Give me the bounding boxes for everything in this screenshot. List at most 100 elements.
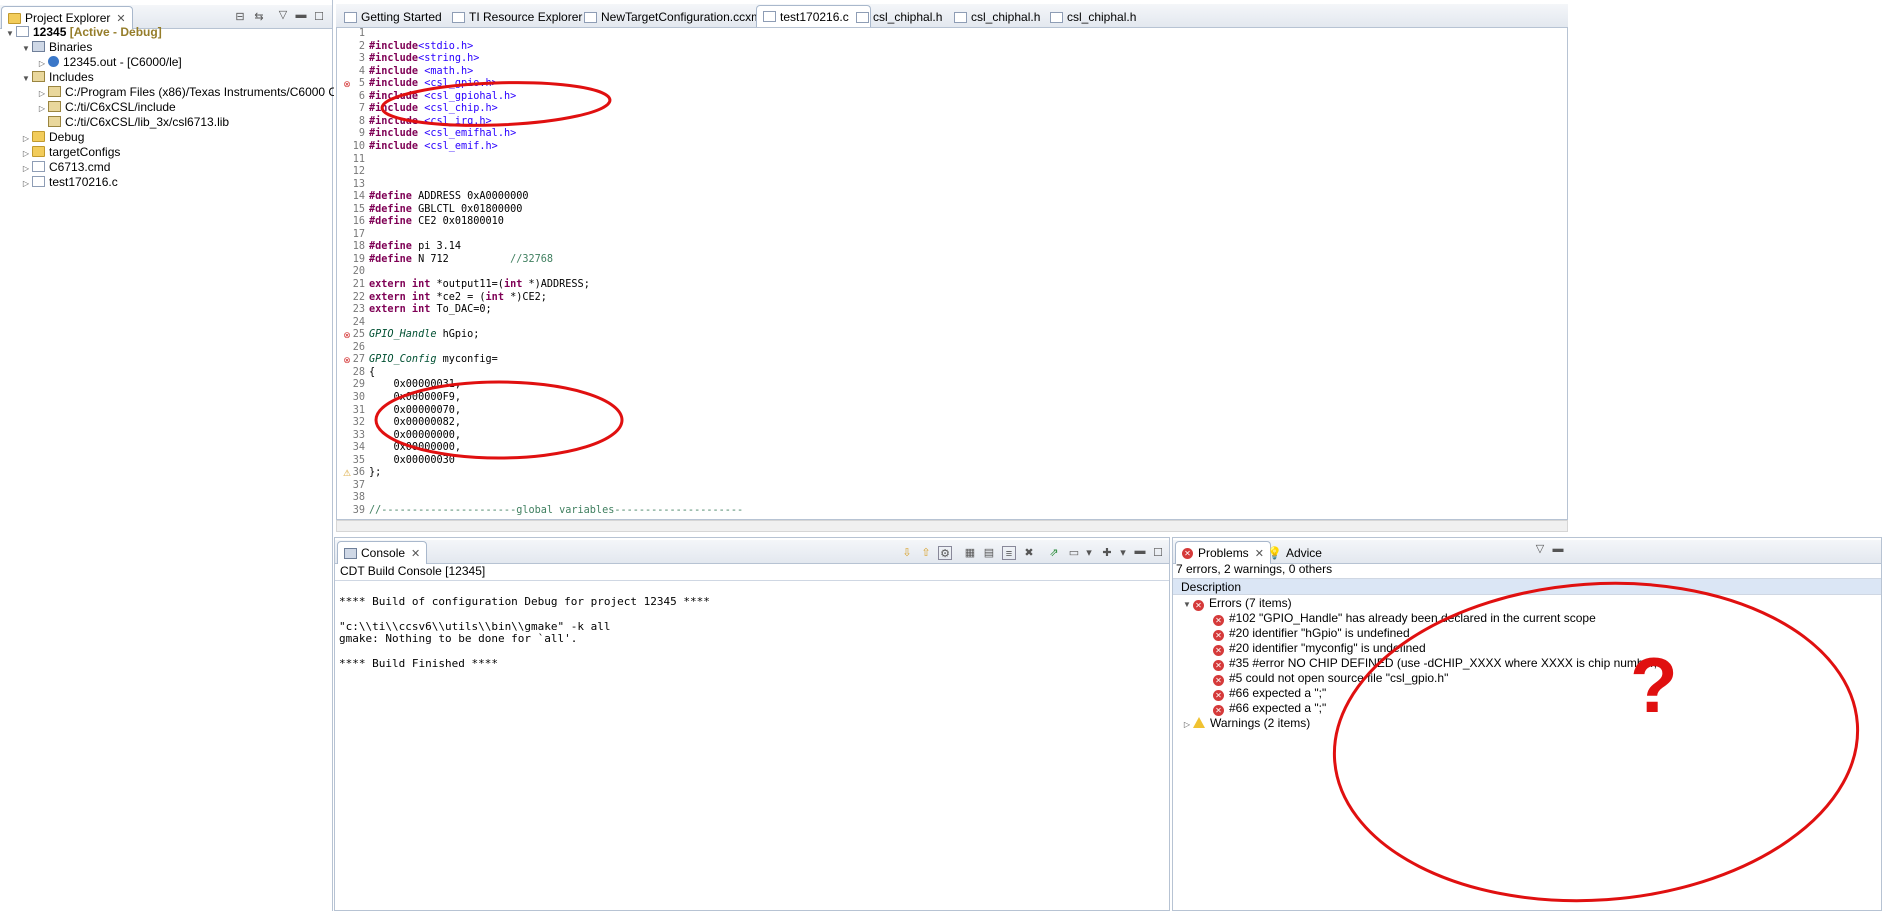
twisty-icon[interactable]: ▼ xyxy=(20,71,32,86)
editor-tab[interactable]: csl_chiphal.h xyxy=(850,6,948,28)
new-console-icon[interactable]: ✚ xyxy=(1100,546,1114,560)
error-marker-icon[interactable]: ⊗ xyxy=(342,79,352,89)
code-line[interactable]: 31 0x00000070, xyxy=(337,405,461,418)
maximize-icon[interactable]: ☐ xyxy=(312,10,326,24)
view-menu-icon[interactable]: ▽ xyxy=(276,8,290,22)
code-line[interactable]: 39 //----------------------global variabl… xyxy=(337,505,743,518)
problem-item[interactable]: ✕ #35 #error NO CHIP DEFINED (use -dCHIP_… xyxy=(1213,656,1657,671)
code-line[interactable]: 25 GPIO_Handle hGpio; xyxy=(337,329,480,342)
tab-advice[interactable]: 💡 Advice xyxy=(1261,541,1328,564)
close-icon[interactable]: ✕ xyxy=(116,12,125,25)
problem-item[interactable]: ✕ #66 expected a ";" xyxy=(1213,686,1326,701)
scroll-lock-down-icon[interactable]: ⇩ xyxy=(900,546,914,560)
code-line[interactable]: 20 xyxy=(337,266,369,279)
problem-item[interactable]: ✕ #102 "GPIO_Handle" has already been dec… xyxy=(1213,611,1596,626)
code-line[interactable]: 19 #define N 712 //32768 xyxy=(337,254,553,267)
code-line[interactable]: 18 #define pi 3.14 xyxy=(337,241,461,254)
tree-item[interactable]: ▼ 12345 [Active - Debug] xyxy=(4,25,162,40)
close-icon[interactable]: ✕ xyxy=(411,547,420,560)
console-output[interactable]: **** Build of configuration Debug for pr… xyxy=(335,582,1165,702)
problems-column-header[interactable]: Description xyxy=(1173,578,1881,595)
code-line[interactable]: 26 xyxy=(337,342,369,355)
code-line[interactable]: 2 #include<stdio.h> xyxy=(337,41,473,54)
tree-item[interactable]: ▷ C6713.cmd xyxy=(4,160,110,175)
warning-marker-icon[interactable]: ⚠ xyxy=(342,468,352,478)
pin-console-icon[interactable]: ⚙ xyxy=(938,546,952,560)
code-line[interactable]: 9 #include <csl_emifhal.h> xyxy=(337,128,516,141)
code-view[interactable]: 1 2 #include<stdio.h> 3 #include<string.h> 4 #… xyxy=(337,28,1565,518)
tree-item[interactable]: ▼ Binaries xyxy=(4,40,92,55)
problems-group-warnings[interactable]: ▷ Warnings (2 items) xyxy=(1181,716,1310,731)
code-line[interactable]: 6 #include <csl_gpiohal.h> xyxy=(337,91,516,104)
tree-item[interactable]: ▷ test170216.c xyxy=(4,175,118,190)
code-line[interactable]: 12 xyxy=(337,166,369,179)
problems-group-errors[interactable]: ▼ ✕ Errors (7 items) xyxy=(1181,596,1292,611)
twisty-icon[interactable]: ▷ xyxy=(20,161,32,176)
code-line[interactable]: 37 xyxy=(337,480,369,493)
minimize-icon[interactable]: ▬ xyxy=(1551,542,1565,556)
editor-tab[interactable]: csl_chiphal.h xyxy=(948,6,1046,28)
code-line[interactable]: 15 #define GBLCTL 0x01800000 xyxy=(337,204,523,217)
code-line[interactable]: 29 0x00000031, xyxy=(337,379,461,392)
twisty-icon[interactable]: ▷ xyxy=(20,131,32,146)
tab-problems[interactable]: ✕ Problems ✕ xyxy=(1175,541,1271,564)
code-line[interactable]: 5 #include <csl_gpio.h> xyxy=(337,78,498,91)
tree-item[interactable]: ▷ C:/Program Files (x86)/Texas Instrument… xyxy=(4,85,390,100)
link-editor-icon[interactable]: ⇆ xyxy=(252,10,266,24)
twisty-icon[interactable]: ▷ xyxy=(20,176,32,191)
code-line[interactable]: 7 #include <csl_chip.h> xyxy=(337,103,498,116)
scroll-lock-up-icon[interactable]: ⇧ xyxy=(919,546,933,560)
chevron-down-icon[interactable]: ▾ xyxy=(1116,546,1130,560)
code-line[interactable]: 10 #include <csl_emif.h> xyxy=(337,141,498,154)
code-line[interactable]: 35 0x00000030 xyxy=(337,455,455,468)
problem-item[interactable]: ✕ #20 identifier "hGpio" is undefined xyxy=(1213,626,1410,641)
twisty-icon[interactable]: ▷ xyxy=(1181,717,1193,732)
twisty-icon[interactable]: ▷ xyxy=(36,86,48,101)
twisty-icon[interactable]: ▷ xyxy=(36,101,48,116)
code-line[interactable]: 38 xyxy=(337,492,369,505)
code-line[interactable]: 28 { xyxy=(337,367,375,380)
code-line[interactable]: 30 0x000000F9, xyxy=(337,392,461,405)
view-menu-icon[interactable]: ▽ xyxy=(1533,542,1547,556)
problem-item[interactable]: ✕ #5 could not open source file "csl_gpio… xyxy=(1213,671,1448,686)
tree-item[interactable]: ▷ C:/ti/C6xCSL/include xyxy=(4,100,176,115)
tree-item[interactable]: C:/ti/C6xCSL/lib_3x/csl6713.lib xyxy=(4,115,229,130)
editor-tab[interactable]: TI Resource Explorer xyxy=(446,6,588,28)
code-line[interactable]: 3 #include<string.h> xyxy=(337,53,480,66)
problem-item[interactable]: ✕ #66 expected a ";" xyxy=(1213,701,1326,716)
display-console-icon[interactable]: ▭ xyxy=(1067,546,1081,560)
remove-launch-icon[interactable]: ✖ xyxy=(1022,546,1036,560)
collapse-all-icon[interactable]: ⊟ xyxy=(233,10,247,24)
twisty-icon[interactable]: ▷ xyxy=(20,146,32,161)
editor-tab[interactable]: csl_chiphal.h xyxy=(1044,6,1142,28)
editor-tab[interactable]: NewTargetConfiguration.ccxml xyxy=(578,6,770,28)
code-line[interactable]: 11 xyxy=(337,154,369,167)
code-line[interactable]: 21 extern int *output11=(int *)ADDRESS; xyxy=(337,279,590,292)
code-line[interactable]: 22 extern int *ce2 = (int *)CE2; xyxy=(337,292,547,305)
code-line[interactable]: 34 0x00000000, xyxy=(337,442,461,455)
code-line[interactable]: 17 xyxy=(337,229,369,242)
error-marker-icon[interactable]: ⊗ xyxy=(342,355,352,365)
twisty-icon[interactable]: ▼ xyxy=(1181,597,1193,612)
display-selected-icon[interactable]: ≡ xyxy=(1002,546,1016,560)
clear-console-icon[interactable]: ▦ xyxy=(963,546,977,560)
twisty-icon[interactable]: ▼ xyxy=(20,41,32,56)
problem-item[interactable]: ✕ #20 identifier "myconfig" is undefined xyxy=(1213,641,1426,656)
tab-console[interactable]: Console ✕ xyxy=(337,541,428,564)
code-line[interactable]: 8 #include <csl_irq.h> xyxy=(337,116,492,129)
word-wrap-icon[interactable]: ▤ xyxy=(982,546,996,560)
minimize-icon[interactable]: ▬ xyxy=(294,8,308,22)
code-line[interactable]: 1 xyxy=(337,28,369,41)
code-line[interactable]: 14 #define ADDRESS 0xA0000000 xyxy=(337,191,529,204)
tree-item[interactable]: ▷ Debug xyxy=(4,130,84,145)
code-line[interactable]: 16 #define CE2 0x01800010 xyxy=(337,216,504,229)
code-line[interactable]: 13 xyxy=(337,179,369,192)
tree-item[interactable]: ▼ Includes xyxy=(4,70,94,85)
code-line[interactable]: 23 extern int To_DAC=0; xyxy=(337,304,492,317)
maximize-icon[interactable]: ☐ xyxy=(1151,546,1165,560)
code-line[interactable]: 32 0x00000082, xyxy=(337,417,461,430)
code-line[interactable]: 27 GPIO_Config myconfig= xyxy=(337,354,498,367)
twisty-icon[interactable]: ▼ xyxy=(4,26,16,41)
chevron-down-icon[interactable]: ▾ xyxy=(1082,546,1096,560)
horizontal-scrollbar[interactable] xyxy=(336,520,1568,532)
